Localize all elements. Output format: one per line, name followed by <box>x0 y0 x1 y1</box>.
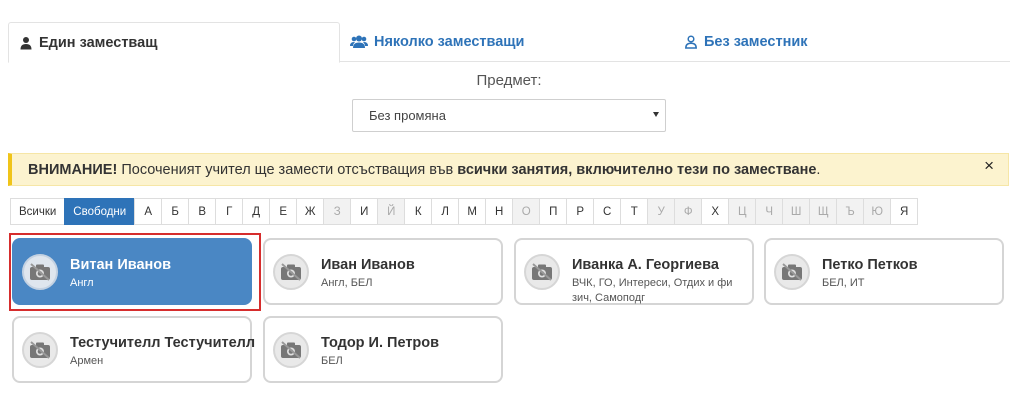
teacher-subjects: Англ <box>70 277 94 289</box>
alert-title: ВНИМАНИЕ! <box>28 161 118 178</box>
teacher-card[interactable]: Тестучителл Тестучителл Армен <box>12 316 256 383</box>
filter-free[interactable]: Свободни <box>64 198 136 225</box>
users-icon <box>350 35 368 48</box>
teacher-subjects: Англ, БЕЛ <box>321 277 373 289</box>
teacher-card[interactable]: Витан Иванов Англ <box>12 238 252 305</box>
no-photo-icon <box>273 254 309 290</box>
no-photo-icon <box>22 332 58 368</box>
subject-select[interactable]: Без промяна <box>352 99 666 132</box>
teacher-name: Петко Петков <box>822 257 918 273</box>
letter-filter-item[interactable]: Ю <box>863 198 892 225</box>
teacher-card[interactable]: Иван Иванов Англ, БЕЛ <box>263 238 503 305</box>
teacher-card[interactable]: Иванка А. Георгиева ВЧК, ГО, Интереси, От… <box>514 238 754 305</box>
letter-filter-item[interactable]: П <box>539 198 568 225</box>
letter-filter-item[interactable]: И <box>350 198 379 225</box>
teacher-name: Иван Иванов <box>321 257 415 273</box>
user-icon <box>20 36 32 49</box>
letter-filter-item[interactable]: Й <box>377 198 406 225</box>
letter-filter-item[interactable]: Р <box>566 198 595 225</box>
chevron-down-icon <box>653 112 659 117</box>
letter-filter-item[interactable]: Н <box>485 198 514 225</box>
letter-filter-item[interactable]: Е <box>269 198 298 225</box>
letter-filter-item[interactable]: В <box>188 198 217 225</box>
tab-bar: Един заместващ Няколко заместващи Без за… <box>8 22 1010 63</box>
subject-selected-value: Без промяна <box>369 108 446 123</box>
subject-label: Предмет: <box>476 72 542 89</box>
close-icon[interactable]: × <box>984 156 994 176</box>
letter-filter-item[interactable]: Щ <box>809 198 838 225</box>
filter-all[interactable]: Всички <box>10 198 66 225</box>
letter-filter-item[interactable]: Б <box>161 198 190 225</box>
letter-filter-item[interactable]: Л <box>431 198 460 225</box>
letter-filter-item[interactable]: Ш <box>782 198 811 225</box>
letter-filter-item[interactable]: Г <box>215 198 244 225</box>
no-photo-icon <box>22 254 58 290</box>
warning-alert: ВНИМАНИЕ! Посоченият учител ще замести о… <box>8 153 1009 186</box>
alert-bold-text: всички занятия, включително тези по заме… <box>457 161 817 178</box>
no-photo-icon <box>273 332 309 368</box>
letter-filter-item[interactable]: Х <box>701 198 730 225</box>
letter-filter-item[interactable]: З <box>323 198 352 225</box>
letter-filter-item[interactable]: У <box>647 198 676 225</box>
letter-filter: Всички Свободни АБВГДЕЖЗИЙКЛМНОПРСТУФХЦЧ… <box>10 198 919 225</box>
letter-filter-item[interactable]: О <box>512 198 541 225</box>
teacher-subjects: ВЧК, ГО, Интереси, Отдих и фи зич, Самоп… <box>572 277 733 304</box>
alert-end: . <box>816 161 821 178</box>
tab-label: Няколко заместващи <box>374 34 525 50</box>
letter-filter-item[interactable]: Т <box>620 198 649 225</box>
teacher-name: Иванка А. Георгиева <box>572 257 719 273</box>
teacher-subjects: БЕЛ <box>321 355 343 367</box>
tab-label: Един заместващ <box>39 34 158 51</box>
no-photo-icon <box>774 254 810 290</box>
letter-filter-item[interactable]: Ж <box>296 198 325 225</box>
no-photo-icon <box>524 254 560 290</box>
teacher-name: Тодор И. Петров <box>321 335 440 351</box>
letter-filter-item[interactable]: Д <box>242 198 271 225</box>
letter-filter-item[interactable]: К <box>404 198 433 225</box>
teacher-card[interactable]: Петко Петков БЕЛ, ИТ <box>764 238 1004 305</box>
letter-filter-item[interactable]: Я <box>890 198 919 225</box>
alert-text: Посоченият учител ще замести отсъстващия… <box>117 161 458 178</box>
teacher-subjects: БЕЛ, ИТ <box>822 277 865 289</box>
user-outline-icon <box>685 35 697 49</box>
teacher-name: Витан Иванов <box>70 257 172 273</box>
teacher-card[interactable]: Тодор И. Петров БЕЛ <box>263 316 503 383</box>
letter-filter-item[interactable]: Ф <box>674 198 703 225</box>
letter-filter-item[interactable]: Ч <box>755 198 784 225</box>
letter-filter-item[interactable]: М <box>458 198 487 225</box>
letter-filter-item[interactable]: А <box>134 198 163 225</box>
tab-single-substitute[interactable]: Един заместващ <box>8 22 340 63</box>
tab-label: Без заместник <box>704 34 808 50</box>
letter-filter-item[interactable]: С <box>593 198 622 225</box>
letter-filter-item[interactable]: Ъ <box>836 198 865 225</box>
letter-filter-item[interactable]: Ц <box>728 198 757 225</box>
tab-multiple-substitutes[interactable]: Няколко заместващи <box>350 22 524 62</box>
tab-no-substitute[interactable]: Без заместник <box>684 22 808 62</box>
teacher-subjects: Армен <box>70 355 104 367</box>
teacher-name: Тестучителл Тестучителл <box>70 335 256 351</box>
